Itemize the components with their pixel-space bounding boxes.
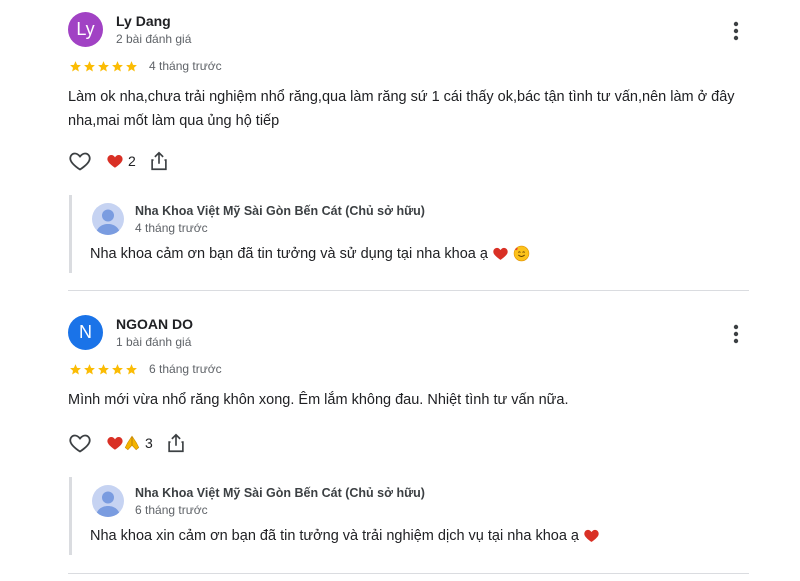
- folded-hands-emoji-icon: [124, 435, 140, 451]
- owner-avatar[interactable]: [92, 203, 124, 235]
- heart-outline-icon[interactable]: [68, 149, 92, 173]
- heart-emoji-icon: [107, 437, 123, 450]
- heart-outline-icon[interactable]: [68, 431, 92, 455]
- heart-emoji-icon: [493, 247, 508, 260]
- reaction-count: 3: [145, 435, 153, 451]
- star-icon: [112, 364, 123, 375]
- owner-reply-text-row: Nha khoa cảm ơn bạn đã tin tưởng và sử d…: [90, 245, 530, 262]
- star-icon: [98, 61, 109, 72]
- review-date: 4 tháng trước: [149, 59, 222, 73]
- reaction-count: 2: [128, 153, 136, 169]
- smiling-face-with-hearts-icon: [513, 245, 530, 262]
- more-options-button[interactable]: [728, 20, 744, 42]
- owner-avatar[interactable]: [92, 485, 124, 517]
- owner-name: Nha Khoa Việt Mỹ Sài Gòn Bến Cát (Chủ sở…: [135, 204, 425, 218]
- star-icon: [70, 61, 81, 72]
- heart-emoji-icon: [107, 155, 123, 168]
- review-text: Mình mới vừa nhổ răng khôn xong. Êm lắm …: [68, 392, 569, 408]
- star-icon: [126, 61, 137, 72]
- author-name[interactable]: NGOAN DO: [116, 316, 193, 332]
- star-icon: [126, 364, 137, 375]
- author-name[interactable]: Ly Dang: [116, 13, 171, 29]
- divider: [68, 290, 749, 291]
- owner-reply: Nha Khoa Việt Mỹ Sài Gòn Bến Cát (Chủ sở…: [69, 195, 749, 273]
- owner-reply-text: Nha khoa xin cảm ơn bạn đã tin tưởng và …: [90, 527, 579, 544]
- more-options-button[interactable]: [728, 323, 744, 345]
- review-actions: 3: [68, 431, 187, 455]
- owner-reply-date: 4 tháng trước: [135, 221, 208, 235]
- author-review-count: 1 bài đánh giá: [116, 335, 192, 349]
- star-icon: [98, 364, 109, 375]
- share-icon[interactable]: [165, 432, 187, 454]
- more-vert-icon: [733, 324, 739, 344]
- reaction-summary[interactable]: 3: [106, 434, 153, 452]
- star-icon: [84, 364, 95, 375]
- star-icon: [84, 61, 95, 72]
- owner-name: Nha Khoa Việt Mỹ Sài Gòn Bến Cát (Chủ sở…: [135, 486, 425, 500]
- star-icon: [112, 61, 123, 72]
- person-icon: [96, 491, 120, 517]
- review-actions: 2: [68, 149, 170, 173]
- review-date: 6 tháng trước: [149, 362, 222, 376]
- author-review-count: 2 bài đánh giá: [116, 32, 192, 46]
- avatar[interactable]: Ly: [68, 12, 103, 47]
- share-icon[interactable]: [148, 150, 170, 172]
- divider: [68, 573, 749, 574]
- owner-reply-text-row: Nha khoa xin cảm ơn bạn đã tin tưởng và …: [90, 527, 600, 544]
- avatar[interactable]: N: [68, 315, 103, 350]
- avatar-initials: N: [79, 322, 92, 342]
- owner-reply-text: Nha khoa cảm ơn bạn đã tin tưởng và sử d…: [90, 245, 488, 262]
- person-icon: [96, 209, 120, 235]
- star-icon: [70, 364, 81, 375]
- review-card: Ly Ly Dang 2 bài đánh giá 4 tháng trước …: [0, 0, 800, 291]
- owner-reply-date: 6 tháng trước: [135, 503, 208, 517]
- owner-reply: Nha Khoa Việt Mỹ Sài Gòn Bến Cát (Chủ sở…: [69, 477, 749, 555]
- star-rating: [69, 60, 138, 73]
- heart-emoji-icon: [584, 529, 599, 542]
- more-vert-icon: [733, 21, 739, 41]
- review-text: Làm ok nha,chưa trải nghiệm nhổ răng,qua…: [68, 89, 735, 129]
- star-rating: [69, 363, 138, 376]
- review-card: N NGOAN DO 1 bài đánh giá 6 tháng trước …: [0, 303, 800, 581]
- reaction-summary[interactable]: 2: [106, 152, 136, 170]
- avatar-initials: Ly: [76, 19, 95, 39]
